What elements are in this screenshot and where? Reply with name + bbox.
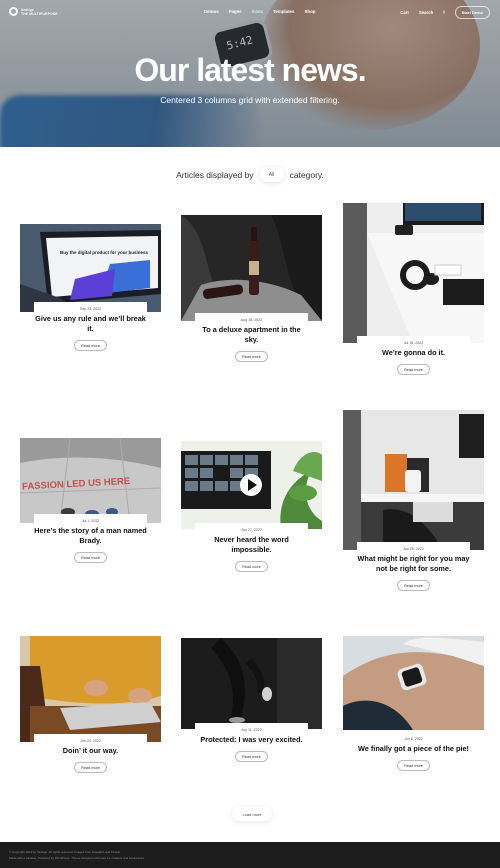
post-date: Jun 8, 2022 bbox=[404, 737, 423, 741]
smartwatch-illustration bbox=[343, 636, 484, 730]
post-card-body: Jun 26, 2022 What might be right for you… bbox=[357, 542, 470, 610]
post-card-body: Jul 16, 2022 We’re gonna do it. Read mor… bbox=[357, 336, 470, 385]
typing-illustration bbox=[20, 636, 161, 742]
post-card[interactable]: Jun 11, 2022 Protected: I was very excit… bbox=[181, 638, 322, 778]
footer-copyright: © Copyright 2022 by Vestige. All rights … bbox=[9, 850, 121, 854]
category-filter: Articles displayed by All category. bbox=[0, 167, 500, 182]
read-more-button[interactable]: Read more bbox=[397, 580, 430, 592]
post-image-laptop[interactable]: Buy the digital product for your busines… bbox=[20, 224, 161, 312]
post-card[interactable]: Aug 16, 2022 To a deluxe apartment in th… bbox=[181, 215, 322, 367]
post-date: Jul 1, 2022 bbox=[81, 519, 100, 523]
menu-item-templates[interactable]: Templates bbox=[273, 9, 294, 14]
post-title[interactable]: To a deluxe apartment in the sky. bbox=[195, 325, 308, 345]
runner-illustration bbox=[181, 638, 322, 729]
laptop-screen-text: Buy the digital product for your busines… bbox=[60, 250, 149, 255]
post-date: Aug 16, 2022 bbox=[240, 318, 263, 322]
post-card-body: Jun 11, 2022 Protected: I was very excit… bbox=[195, 723, 308, 778]
menu-item-demos[interactable]: Demos bbox=[204, 9, 219, 14]
logo-icon bbox=[9, 7, 18, 16]
post-date: Jun 11, 2022 bbox=[241, 728, 262, 732]
post-card[interactable]: Buy the digital product for your busines… bbox=[20, 224, 161, 364]
wine-illustration bbox=[181, 215, 322, 321]
wall-illustration: FASSION LED US HERE bbox=[20, 438, 161, 523]
read-more-button[interactable]: Read more bbox=[235, 751, 268, 763]
read-more-button[interactable]: Read more bbox=[235, 351, 268, 363]
laptop-illustration: Buy the digital product for your busines… bbox=[20, 224, 161, 312]
footer: © Copyright 2022 by Vestige. All rights … bbox=[0, 842, 500, 868]
post-title[interactable]: We finally got a piece of the pie! bbox=[357, 744, 470, 754]
post-title[interactable]: What might be right for you may not be r… bbox=[357, 554, 470, 574]
filter-label-after: category. bbox=[289, 169, 324, 180]
post-card-body: Aug 16, 2022 To a deluxe apartment in th… bbox=[195, 313, 308, 367]
post-image-wall[interactable]: FASSION LED US HERE bbox=[20, 438, 161, 523]
post-card-body: Jun 27, 2022 Never heard the word imposs… bbox=[195, 523, 308, 580]
video-call-illustration bbox=[181, 441, 322, 529]
read-more-button[interactable]: Read more bbox=[74, 340, 107, 352]
post-card-body: Jun 24, 2022 Doin’ it our way. Read more bbox=[34, 734, 147, 780]
post-card[interactable]: Jun 27, 2022 Never heard the word imposs… bbox=[181, 441, 322, 580]
logo-line-2: THE MULTIPURPOSE bbox=[21, 11, 58, 16]
post-card[interactable]: Jun 26, 2022 What might be right for you… bbox=[343, 410, 484, 610]
post-title[interactable]: Protected: I was very excited. bbox=[195, 735, 308, 745]
post-card-body: Jul 1, 2022 Here’s the story of a man na… bbox=[34, 514, 147, 582]
office-desk-illustration bbox=[343, 410, 484, 550]
post-date: Jun 24, 2022 bbox=[80, 739, 101, 743]
category-dropdown[interactable]: All bbox=[259, 167, 284, 182]
site-logo[interactable]: Vestige THE MULTIPURPOSE bbox=[9, 7, 58, 16]
post-title[interactable]: We’re gonna do it. bbox=[357, 348, 470, 358]
post-title[interactable]: Never heard the word impossible. bbox=[195, 535, 308, 555]
post-title[interactable]: Here’s the story of a man named Brady. bbox=[34, 526, 147, 546]
post-date: Sep 23, 2022 bbox=[79, 307, 102, 311]
post-image-desk[interactable] bbox=[343, 203, 484, 343]
main-menu: Demos Pages Icons Templates Shop bbox=[204, 9, 315, 14]
post-title[interactable]: Doin’ it our way. bbox=[34, 746, 147, 756]
menu-item-icons[interactable]: Icons bbox=[252, 9, 263, 14]
post-date: Jul 16, 2022 bbox=[403, 341, 424, 345]
post-card[interactable]: FASSION LED US HERE Jul 1, 2022 Here’s t… bbox=[20, 438, 161, 582]
top-navigation: Vestige THE MULTIPURPOSE Demos Pages Ico… bbox=[0, 0, 500, 24]
post-card-body: Jun 8, 2022 We finally got a piece of th… bbox=[357, 732, 470, 780]
load-more-button[interactable]: Load more bbox=[232, 807, 272, 821]
menu-item-pages[interactable]: Pages bbox=[229, 9, 242, 14]
start-demo-button[interactable]: Start Demo bbox=[454, 6, 490, 19]
read-more-button[interactable]: Read more bbox=[74, 552, 107, 564]
post-date: Jun 26, 2022 bbox=[403, 547, 424, 551]
post-title[interactable]: Give us any rule and we’ll break it. bbox=[34, 314, 147, 334]
post-card-body: Sep 23, 2022 Give us any rule and we’ll … bbox=[34, 302, 147, 364]
read-more-button[interactable]: Read more bbox=[235, 561, 268, 573]
read-more-button[interactable]: Read more bbox=[74, 762, 107, 774]
read-more-button[interactable]: Read more bbox=[397, 364, 430, 376]
page-title: Our latest news. bbox=[134, 52, 366, 88]
filter-label-before: Articles displayed by bbox=[176, 169, 254, 180]
post-image-video-call[interactable] bbox=[181, 441, 322, 529]
post-image-smartwatch[interactable] bbox=[343, 636, 484, 730]
post-date: Jun 27, 2022 bbox=[241, 528, 262, 532]
footer-credits: Made with a passion. Powered by WordPres… bbox=[9, 856, 145, 860]
facebook-icon[interactable]: f bbox=[443, 10, 444, 15]
post-image-office-desk[interactable] bbox=[343, 410, 484, 550]
post-card[interactable]: Jun 24, 2022 Doin’ it our way. Read more bbox=[20, 636, 161, 780]
hero-section: 5:42 Vestige THE MULTIPURPOSE Demos Page… bbox=[0, 0, 500, 147]
menu-item-shop[interactable]: Shop bbox=[304, 9, 315, 14]
post-card[interactable]: Jul 16, 2022 We’re gonna do it. Read mor… bbox=[343, 203, 484, 385]
desk-illustration bbox=[343, 203, 484, 343]
search-link[interactable]: Search bbox=[419, 10, 433, 15]
read-more-button[interactable]: Read more bbox=[397, 760, 430, 772]
post-image-typing[interactable] bbox=[20, 636, 161, 742]
post-image-runner[interactable] bbox=[181, 638, 322, 729]
page-subtitle: Centered 3 columns grid with extended fi… bbox=[160, 95, 340, 105]
post-card[interactable]: Jun 8, 2022 We finally got a piece of th… bbox=[343, 636, 484, 780]
nav-actions: Cart Search f Start Demo bbox=[400, 6, 490, 19]
post-image-wine[interactable] bbox=[181, 215, 322, 321]
cart-link[interactable]: Cart bbox=[400, 10, 409, 15]
